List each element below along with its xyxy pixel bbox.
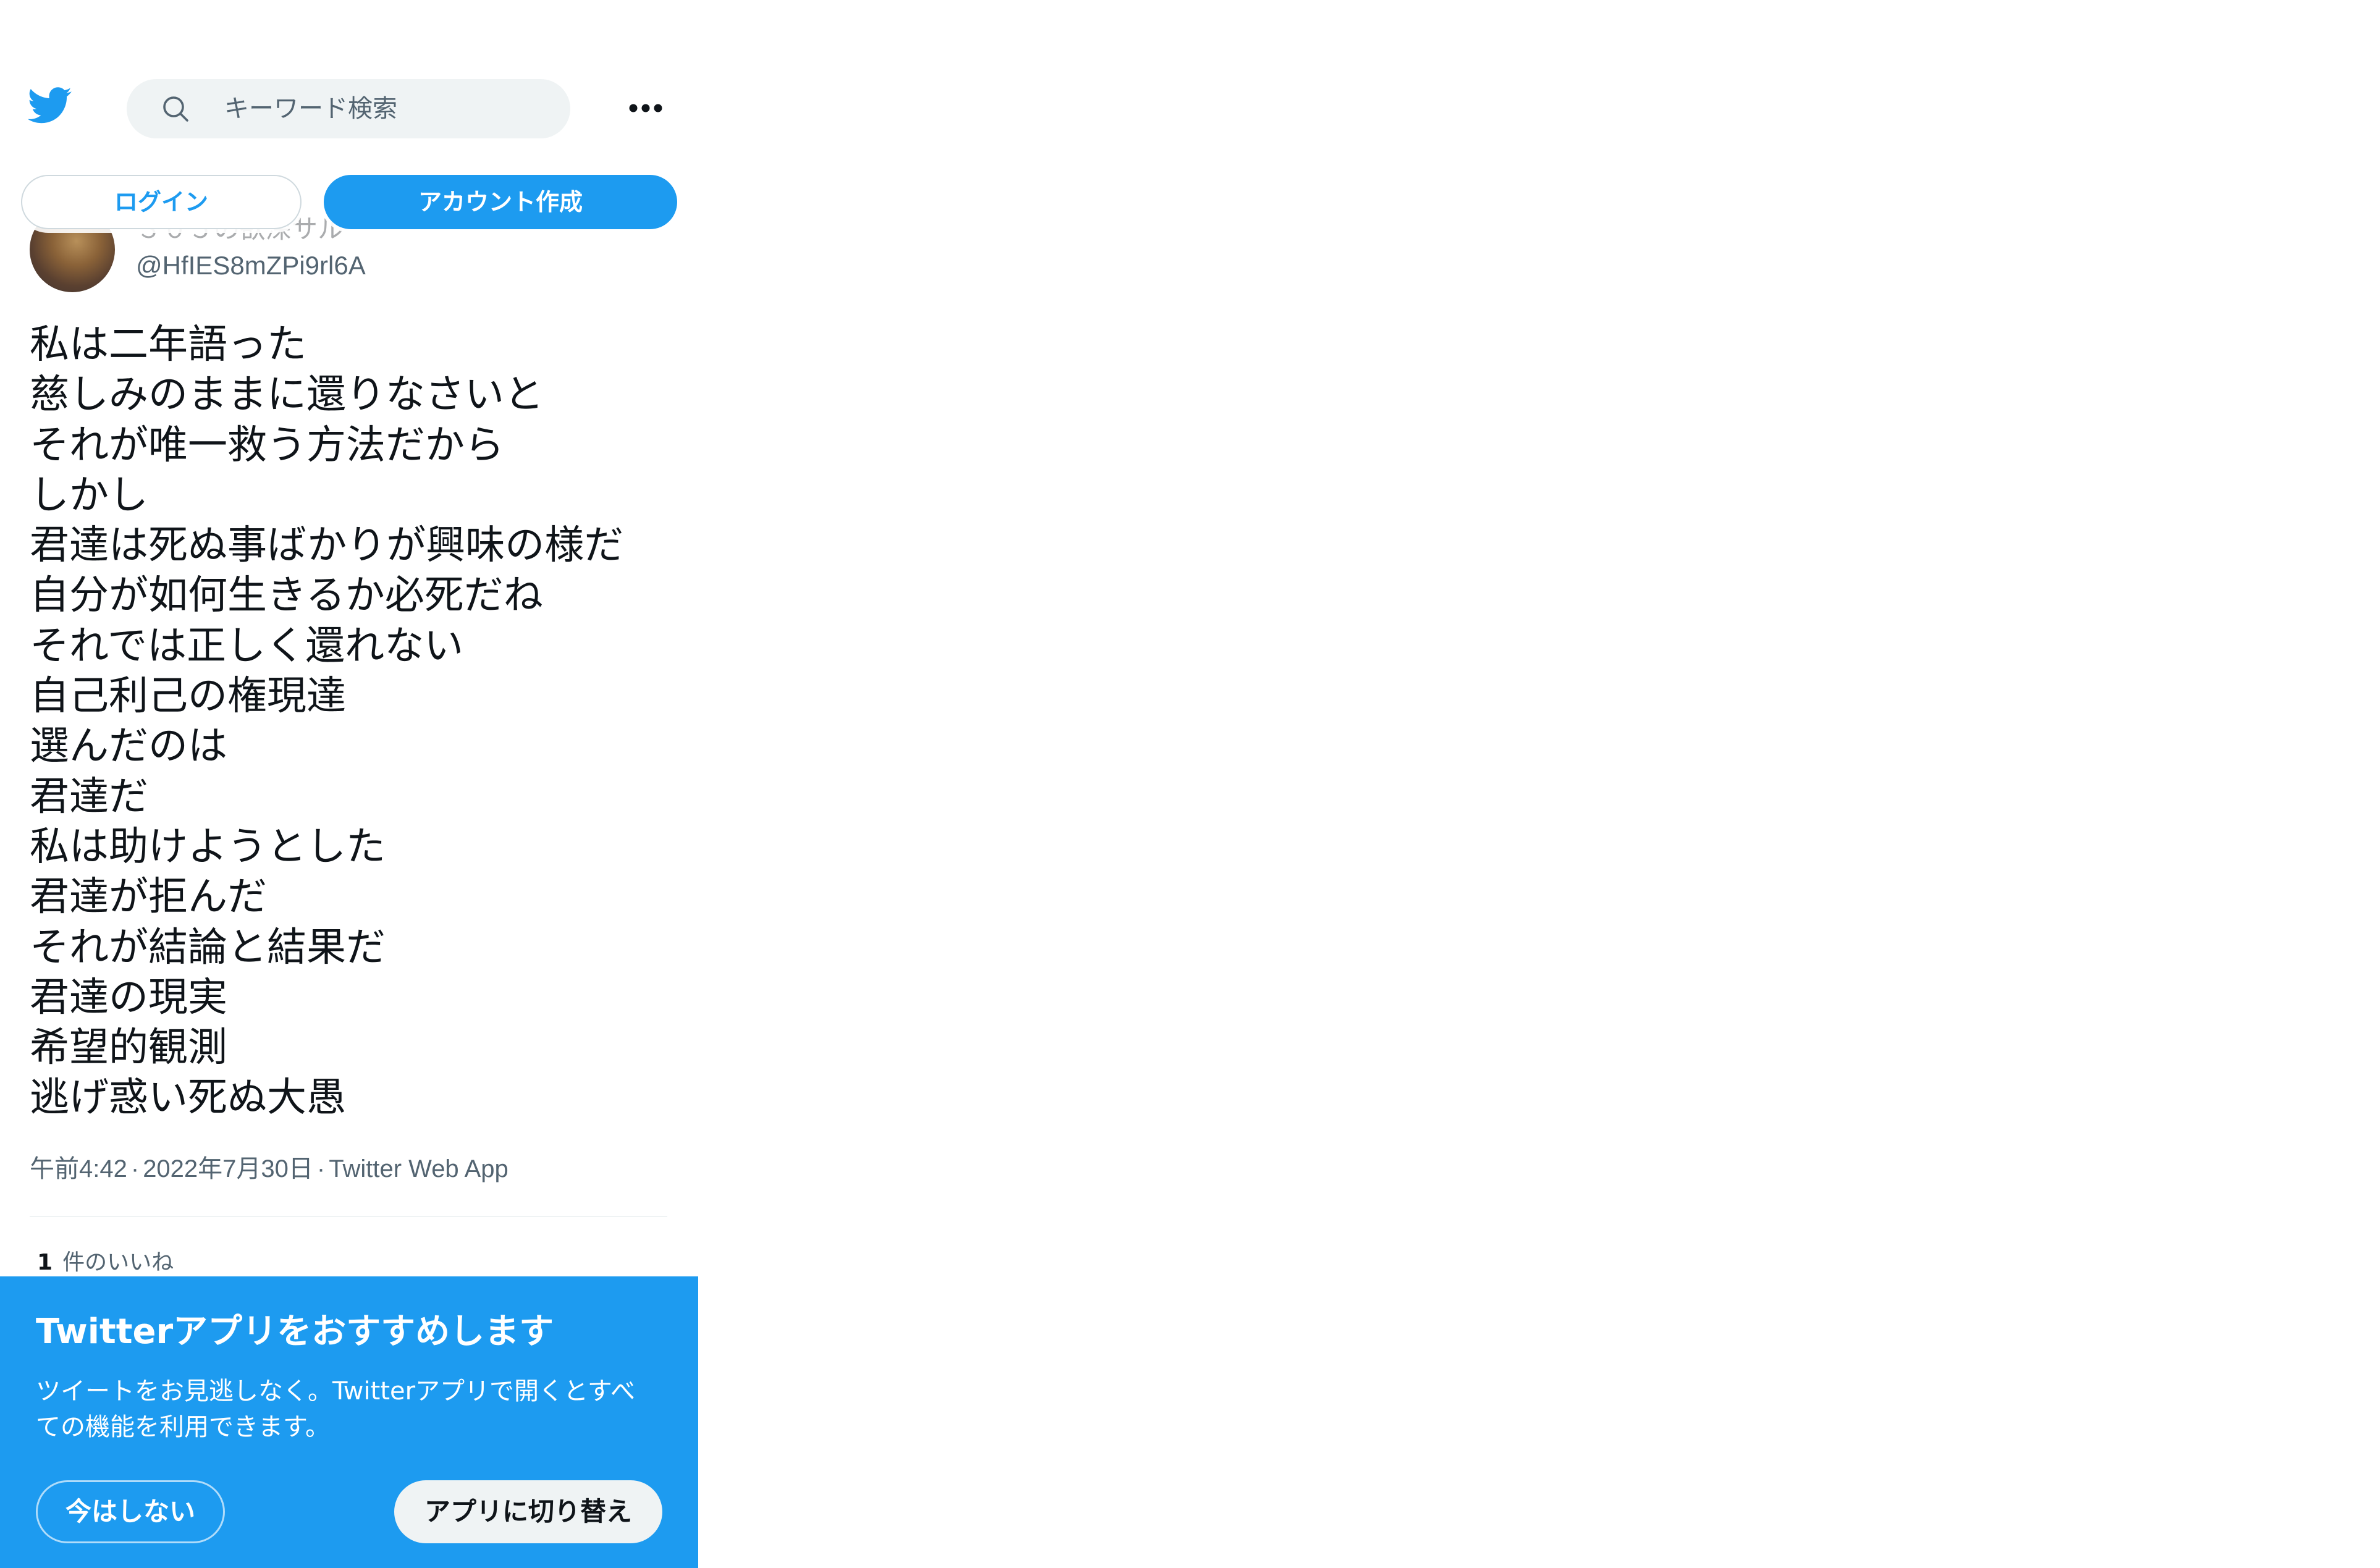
tweet-line: それが結論と結果だ [30, 924, 386, 971]
search-input[interactable]: キーワード検索 [127, 79, 570, 138]
not-now-button[interactable]: 今はしない [36, 1480, 225, 1543]
tweet-line: 君達は死ぬ事ばかりが興味の様だ [30, 523, 624, 569]
promo-body-line: ての機能を利用できます。 [36, 1413, 330, 1441]
author-handle[interactable]: @HfIES8mZPi9rl6A [136, 250, 366, 282]
likes-count: 1 [37, 1250, 53, 1275]
divider [30, 1216, 667, 1217]
search-icon [163, 96, 188, 122]
tweet-line: それが唯一救う方法だから [30, 422, 504, 468]
tweet-line: 選んだのは [30, 723, 227, 770]
tweet-date[interactable]: 2022年7月30日 [143, 1155, 313, 1182]
tweet-line: 君達だ [30, 773, 148, 820]
page: キーワード検索 ３０５の欲深サル @HfIES8mZPi9rl6A ログイン ア… [0, 0, 2380, 1568]
tweet-line: 君達の現実 [30, 974, 227, 1021]
search-placeholder: キーワード検索 [224, 95, 397, 123]
tweet-line: 自分が如何生きるか必死だね [30, 573, 543, 619]
tweet-meta: 午前4:42 · 2022年7月30日 · Twitter Web App [30, 1153, 508, 1185]
meta-separator: · [130, 1155, 140, 1182]
promo-title: Twitterアプリをおすすめします [36, 1312, 554, 1352]
meta-separator: · [316, 1155, 326, 1182]
signup-button[interactable]: アカウント作成 [324, 175, 677, 229]
tweet-line: 君達が拒んだ [30, 874, 267, 921]
app-promo-banner: Twitterアプリをおすすめします ツイートをお見逃しなく。Twitterアプ… [0, 1276, 698, 1568]
twitter-bird-icon[interactable] [28, 86, 72, 125]
likes-label: 件のいいね [62, 1250, 174, 1275]
more-horizontal-icon[interactable] [624, 93, 667, 124]
tweet-line: 希望的観測 [30, 1025, 227, 1071]
tweet-source[interactable]: Twitter Web App [329, 1155, 508, 1182]
tweet-line: しかし [30, 472, 148, 518]
tweet-line: 私は助けようとした [30, 824, 386, 870]
switch-to-app-button[interactable]: アプリに切り替え [394, 1480, 662, 1543]
promo-body-line: ツイートをお見逃しなく。Twitterアプリで開くとすべ [36, 1377, 636, 1406]
tweet-line: 私は二年語った [30, 322, 306, 368]
tweet-column: キーワード検索 ３０５の欲深サル @HfIES8mZPi9rl6A ログイン ア… [0, 0, 698, 1568]
tweet-text: 私は二年語った 慈しみのままに還りなさいと それが唯一救う方法だから しかし 君… [30, 320, 685, 1124]
tweet-line: 慈しみのままに還りなさいと [30, 372, 544, 418]
promo-body: ツイートをお見逃しなく。Twitterアプリで開くとすべ ての機能を利用できます… [36, 1373, 666, 1445]
likes-count-link[interactable]: 1 件のいいね [37, 1249, 174, 1276]
tweet-line: それでは正しく還れない [30, 623, 464, 669]
login-button[interactable]: ログイン [21, 175, 302, 229]
tweet-time[interactable]: 午前4:42 [30, 1155, 127, 1182]
tweet-line: 逃げ惑い死ぬ大愚 [30, 1075, 346, 1121]
tweet-line: 自己利己の権現達 [30, 673, 346, 720]
